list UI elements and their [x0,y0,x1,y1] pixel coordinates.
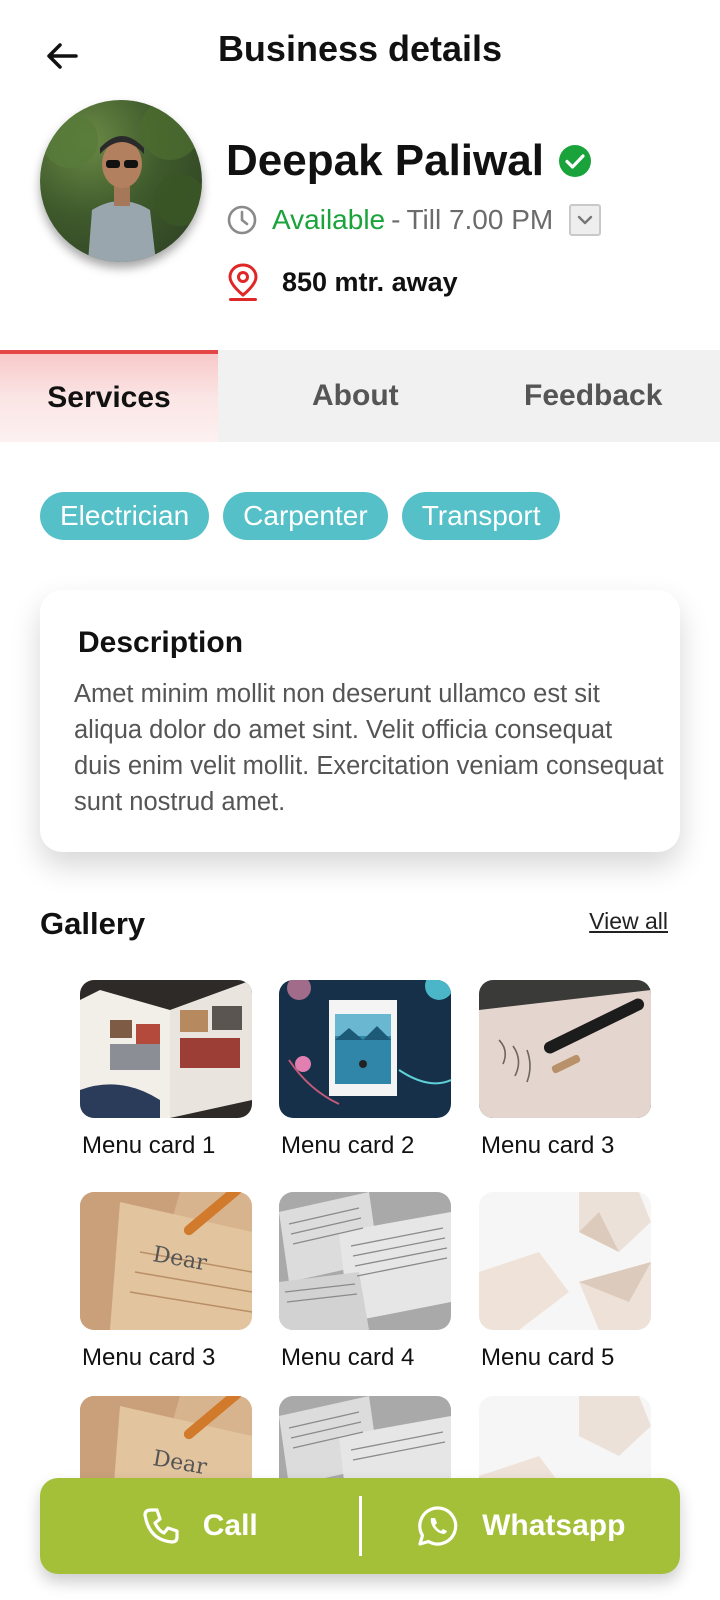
gallery-item-label: Menu card 5 [481,1344,615,1371]
whatsapp-button[interactable]: Whatsapp [362,1478,681,1574]
contact-action-bar: Call Whatsapp [40,1478,680,1574]
chevron-down-icon [578,215,593,225]
envelopes-image [479,1192,651,1330]
call-button[interactable]: Call [40,1478,359,1574]
page-title: Business details [217,28,503,69]
tab-feedback[interactable]: Feedback [524,350,662,442]
gallery-item-label: Menu card 1 [82,1132,216,1159]
call-label: Call [202,1509,258,1542]
description-title: Description [78,626,244,659]
kraft-letter-image: Dear [80,1192,252,1330]
gallery-item[interactable]: Menu card 2 [279,980,451,1160]
gallery-item-label: Menu card 4 [281,1344,415,1371]
tab-bar: Services About Feedback [0,350,720,442]
avatar [40,100,202,262]
gallery-item-label: Menu card 3 [82,1344,216,1371]
status-until: Till 7.00 PM [406,204,554,235]
description-text: Amet minim mollit non deserunt ullamco e… [74,680,664,816]
profile-name: Deepak Paliwal [226,136,544,185]
view-all-link[interactable]: View all [589,908,668,935]
clock-icon [227,205,257,235]
availability-row: Available - Till 7.00 PM [226,204,602,236]
gallery-item[interactable]: Menu card 3 [479,980,651,1160]
gallery-item-label: Menu card 2 [281,1132,415,1159]
app-header: Business details [0,0,720,100]
tab-services[interactable]: Services [0,350,218,442]
chip-carpenter[interactable]: Carpenter [223,492,388,540]
gallery-item[interactable]: Menu card 1 [80,980,252,1160]
gallery-title: Gallery [40,906,146,941]
chip-transport[interactable]: Transport [401,492,561,540]
service-chips: Electrician Carpenter Transport [40,492,561,540]
phone-icon [143,1508,179,1544]
hours-dropdown-button[interactable] [569,204,602,236]
distance-row: 850 mtr. away [226,262,458,302]
verified-icon [558,145,591,177]
profile-name-row: Deepak Paliwal [226,136,592,186]
status-available: Available [272,204,386,235]
status-separator: - [391,204,401,235]
fountain-pen-image [479,980,651,1118]
whatsapp-label: Whatsapp [482,1509,626,1542]
description-card: Description Amet minim mollit non deseru… [40,590,680,852]
gallery-item[interactable]: Menu card 5 [479,1192,651,1372]
magazine-image [80,980,252,1118]
whatsapp-icon [418,1506,458,1546]
location-pin-icon [228,263,258,301]
person-photo [42,100,202,262]
gallery-item[interactable]: Dear Menu card 3 [80,1192,252,1372]
gallery-item[interactable]: Menu card 4 [279,1192,451,1372]
tab-about[interactable]: About [312,350,399,442]
chip-electrician[interactable]: Electrician [40,492,210,540]
ocean-book-image [279,980,451,1118]
gallery-item-label: Menu card 3 [481,1132,615,1159]
open-books-image [279,1192,451,1330]
distance-text: 850 mtr. away [282,266,458,297]
